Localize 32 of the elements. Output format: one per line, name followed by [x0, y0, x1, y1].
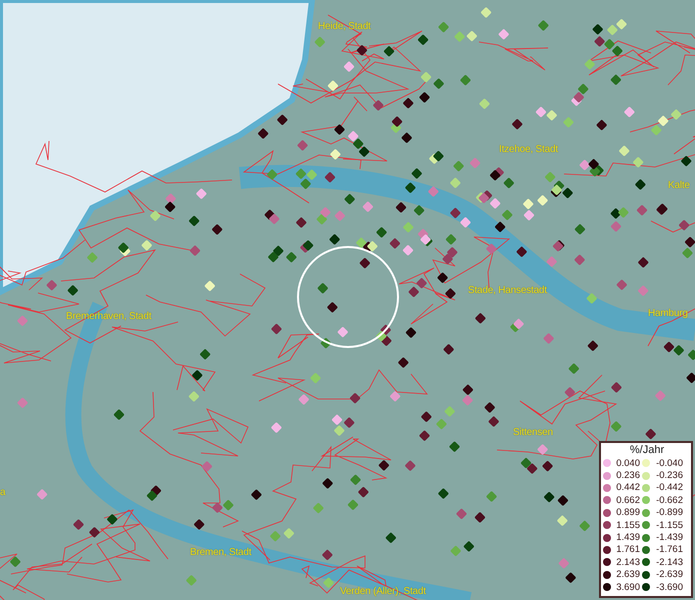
legend-value: -0.236	[655, 470, 683, 482]
legend-value: 0.662	[615, 494, 640, 506]
legend-value: 0.899	[615, 507, 640, 518]
legend-value: 0.236	[615, 470, 640, 482]
place-label: Sittensen	[513, 426, 553, 439]
place-label: Stade, Hansestadt	[468, 284, 547, 297]
legend-value: -0.899	[655, 507, 683, 518]
legend-value: -1.155	[655, 520, 683, 531]
legend-value: 2.143	[615, 556, 640, 568]
legend-value: 3.690	[615, 582, 640, 593]
legend-value: -0.442	[655, 482, 683, 494]
legend-value: -2.639	[655, 569, 683, 580]
place-label: Hamburg	[648, 307, 688, 320]
place-label: Verden (Aller), Stadt	[340, 585, 426, 598]
place-label: Bremen, Stadt	[190, 546, 252, 559]
legend-value: -0.040	[655, 458, 683, 469]
legend-value: -0.662	[655, 494, 683, 506]
place-label: Heide, Stadt	[318, 20, 371, 33]
place-label: Kalte	[668, 179, 690, 192]
legend-value: -1.439	[655, 532, 683, 544]
legend-value: -2.143	[655, 556, 683, 568]
legend-value: 2.639	[615, 569, 640, 580]
place-label: a	[0, 486, 6, 499]
legend-value: -1.761	[655, 544, 683, 556]
legend-value: 0.040	[615, 458, 640, 469]
legend-value: 1.155	[615, 520, 640, 531]
legend-value: -3.690	[655, 582, 683, 593]
legend-value: 1.439	[615, 532, 640, 544]
place-label: Itzehoe, Stadt	[499, 143, 558, 156]
legend-value: 0.442	[615, 482, 640, 494]
legend-title: %/Jahr	[628, 444, 666, 457]
legend-value: 1.761	[615, 544, 640, 556]
